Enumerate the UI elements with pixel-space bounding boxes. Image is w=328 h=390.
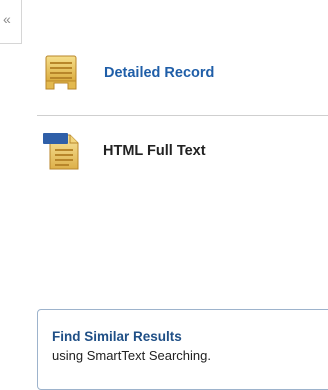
find-similar-box: Find Similar Results using SmartText Sea… bbox=[37, 309, 328, 390]
detailed-record-label[interactable]: Detailed Record bbox=[104, 65, 214, 81]
find-similar-link[interactable]: Find Similar Results bbox=[52, 328, 328, 346]
find-similar-description: using SmartText Searching. bbox=[52, 348, 211, 363]
html-full-text-icon[interactable] bbox=[42, 131, 80, 171]
divider bbox=[37, 115, 328, 116]
record-sidebar-panel: « Detailed Record HTML Full Text Find Si… bbox=[0, 0, 328, 390]
detailed-record-link[interactable]: Detailed Record bbox=[42, 53, 214, 93]
html-full-text-link[interactable]: HTML Full Text bbox=[42, 131, 206, 171]
detailed-record-icon[interactable] bbox=[42, 53, 80, 93]
collapse-panel-button[interactable]: « bbox=[0, 0, 22, 44]
html-full-text-label[interactable]: HTML Full Text bbox=[103, 143, 206, 159]
double-chevron-left-icon[interactable]: « bbox=[3, 12, 11, 26]
